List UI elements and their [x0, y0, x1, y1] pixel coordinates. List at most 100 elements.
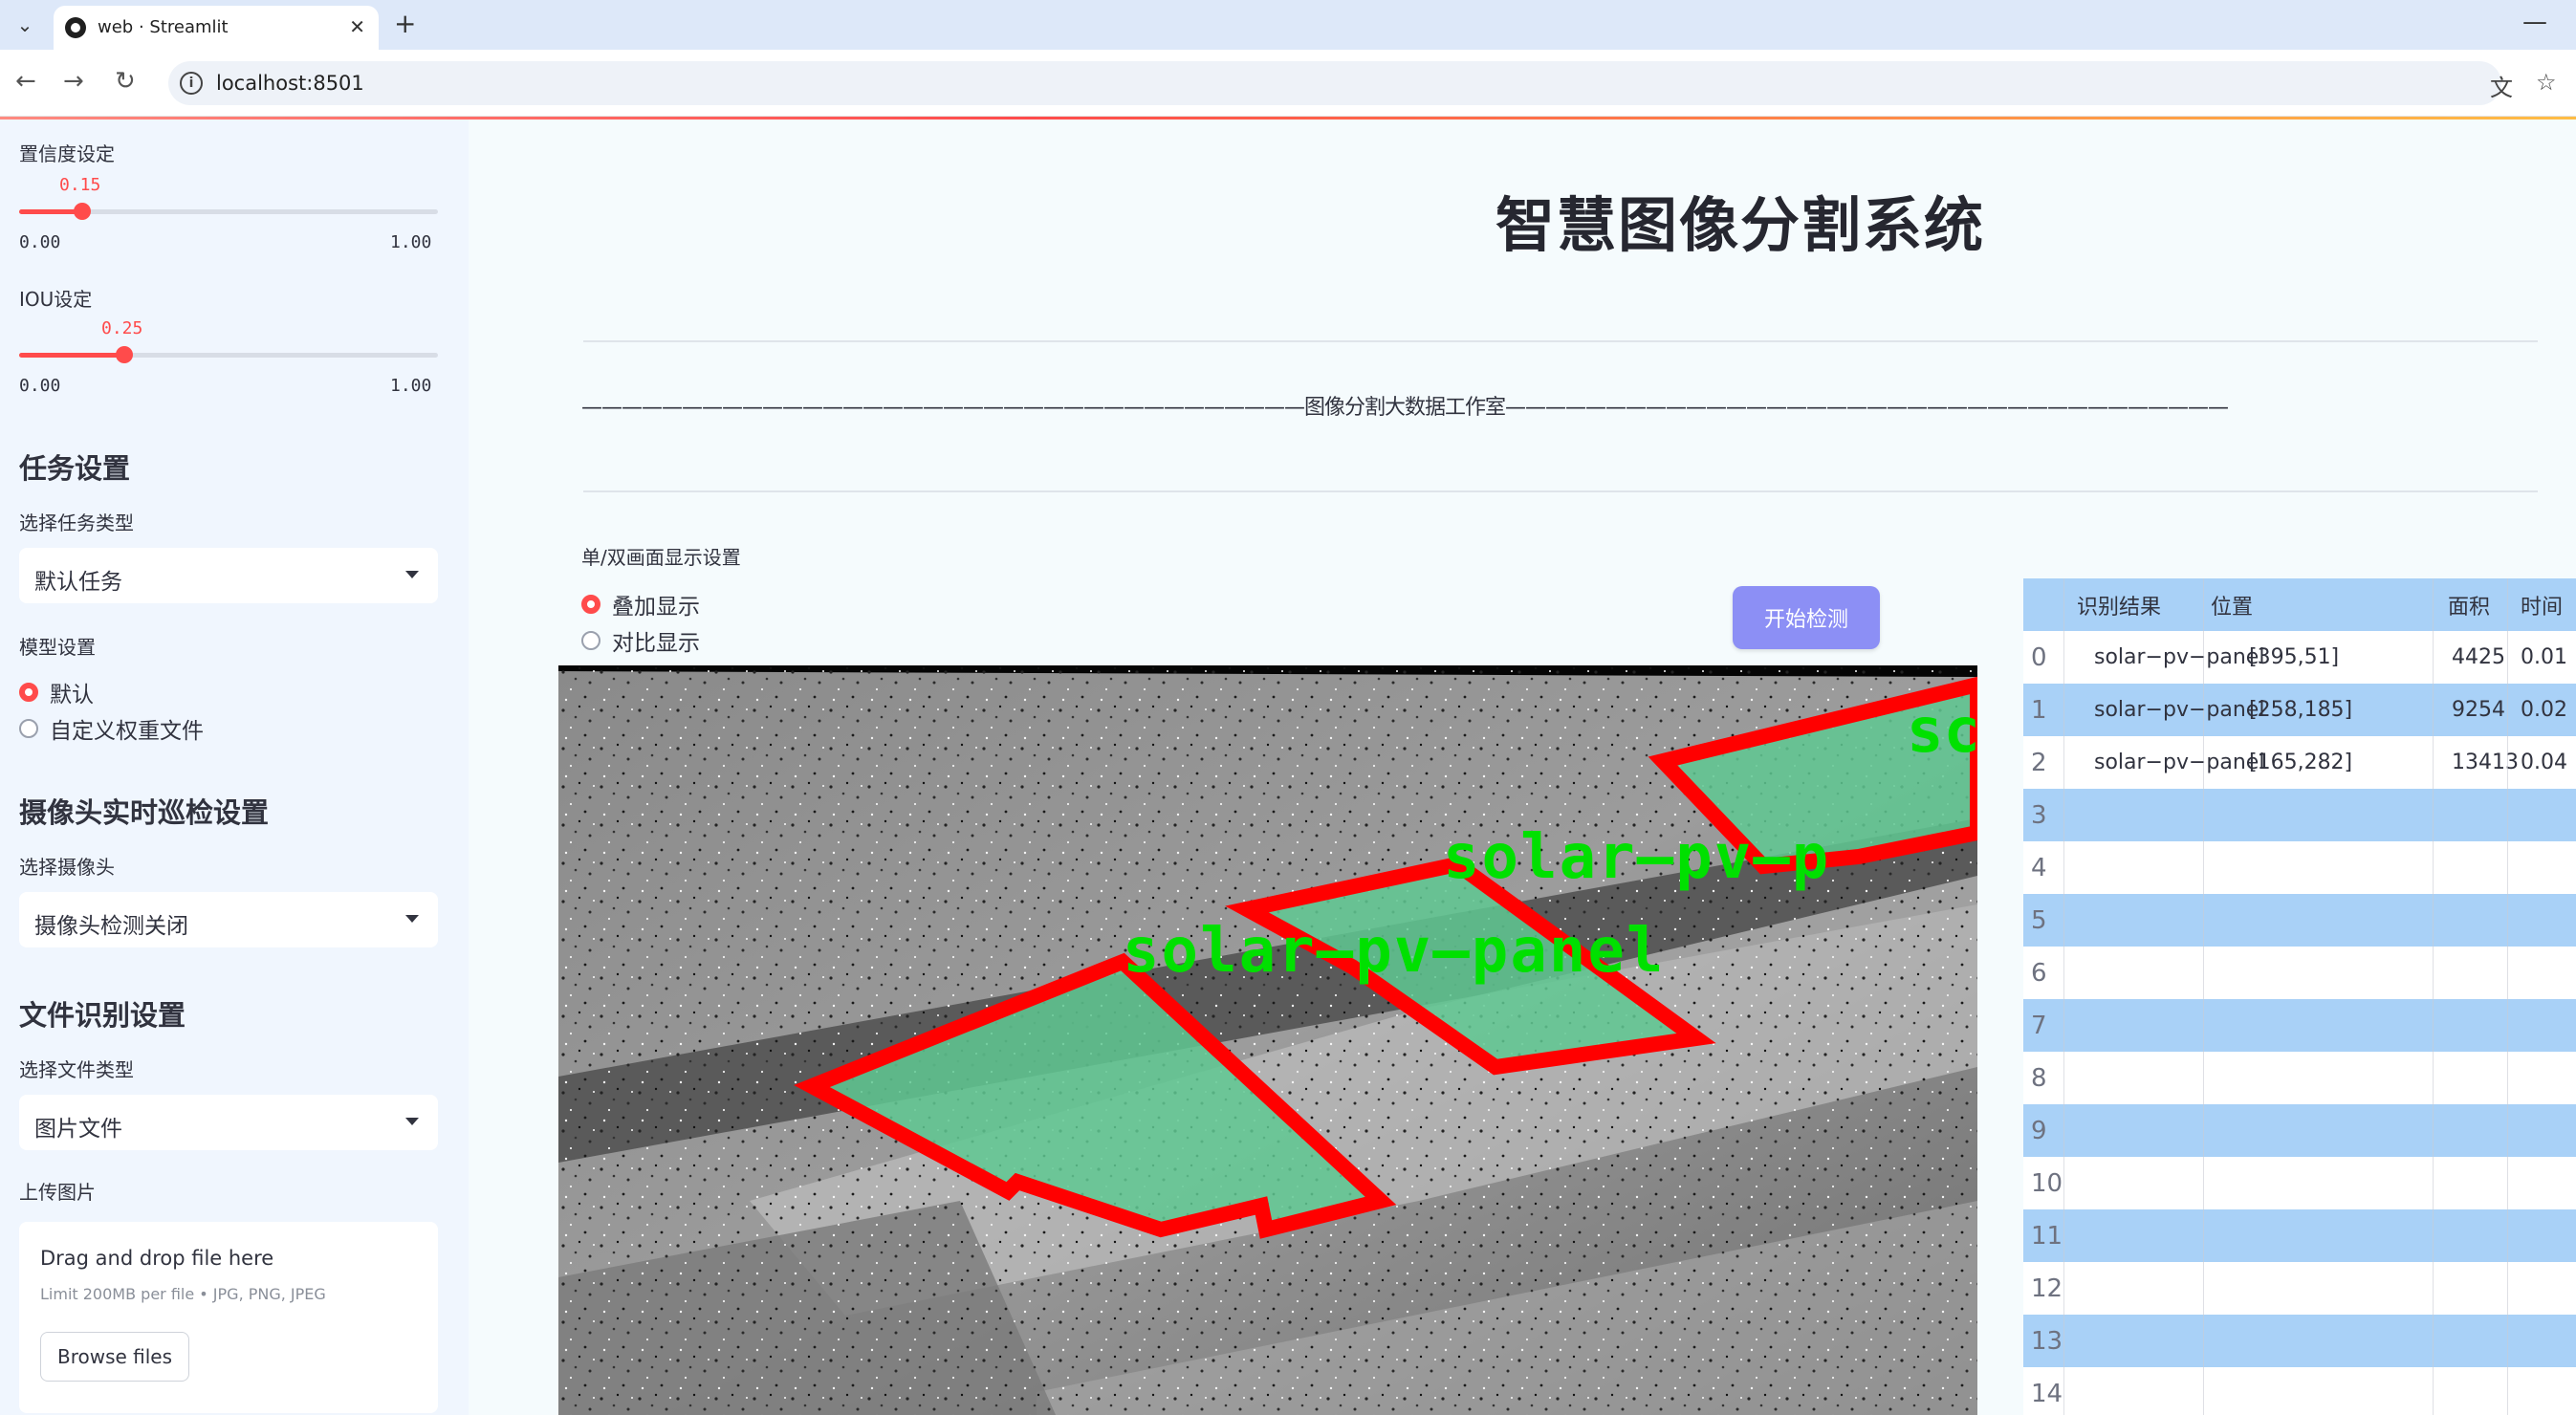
row-index: 2 [2031, 748, 2047, 777]
browse-files-button[interactable]: Browse files [40, 1332, 189, 1382]
row-index: 7 [2031, 1011, 2047, 1040]
table-row[interactable]: 0 solar−pv−panel [395,51] 4425 0.01 [2023, 631, 2576, 684]
mask-label-2: solar—pv—p [1443, 822, 1830, 893]
confidence-min: 0.00 [19, 232, 61, 252]
address-bar[interactable]: i localhost:8501 [168, 61, 2501, 105]
table-row[interactable]: 3 [2023, 789, 2576, 841]
cell-position: [258,185] [2249, 698, 2353, 722]
table-row[interactable]: 6 [2023, 947, 2576, 999]
table-row[interactable]: 4 [2023, 841, 2576, 894]
row-index: 13 [2031, 1326, 2063, 1356]
display-mode-label: 单/双画面显示设置 [581, 546, 741, 569]
iou-label: IOU设定 [19, 288, 93, 311]
start-detection-button[interactable]: 开始检测 [1733, 586, 1880, 649]
translate-icon[interactable]: 文 [2490, 69, 2513, 102]
column-divider [2063, 578, 2064, 1415]
browser-tab-bar: ⌄ web · Streamlit ✕ + — [0, 0, 2576, 50]
forward-arrow-icon[interactable]: → [63, 67, 84, 96]
model-option-default-label: 默认 [50, 683, 94, 708]
camera-settings-header: 摄像头实时巡检设置 [19, 796, 270, 829]
divider-top [583, 340, 2538, 342]
streamlit-favicon-icon [65, 17, 86, 38]
task-type-select[interactable]: 默认任务 [19, 548, 438, 603]
cell-result: solar−pv−panel [2094, 698, 2265, 722]
divider-bottom [583, 490, 2538, 492]
main-content: 智慧图像分割系统 ———————————————————————————————… [469, 120, 2576, 1415]
table-row[interactable]: 1 solar−pv−panel [258,185] 9254 0.02 [2023, 684, 2576, 736]
task-type-value: 默认任务 [34, 570, 122, 595]
row-index: 8 [2031, 1063, 2047, 1093]
file-uploader-dropzone[interactable]: Drag and drop file here Limit 200MB per … [19, 1222, 438, 1413]
column-header-position[interactable]: 位置 [2211, 578, 2253, 631]
camera-select-label: 选择摄像头 [19, 856, 115, 879]
display-mode-overlay[interactable]: 叠加显示 [581, 588, 700, 620]
row-index: 11 [2031, 1221, 2063, 1251]
site-info-icon[interactable]: i [180, 72, 203, 95]
page-title: 智慧图像分割系统 [1495, 190, 1985, 260]
iou-slider-fill [19, 353, 124, 358]
cell-area: 13413 [2452, 751, 2519, 774]
model-option-custom[interactable]: 自定义权重文件 [19, 712, 204, 745]
display-mode-compare-label: 对比显示 [612, 631, 700, 656]
row-index: 5 [2031, 905, 2047, 935]
upload-label: 上传图片 [19, 1181, 96, 1204]
browser-toolbar: ← → ↻ i localhost:8501 文 ☆ [0, 50, 2576, 117]
table-row[interactable]: 8 [2023, 1052, 2576, 1104]
table-row[interactable]: 9 [2023, 1104, 2576, 1157]
file-settings-header: 文件识别设置 [19, 999, 186, 1032]
model-option-default[interactable]: 默认 [19, 676, 94, 708]
column-header-area[interactable]: 面积 [2448, 578, 2490, 631]
row-index: 3 [2031, 800, 2047, 830]
table-row[interactable]: 2 solar−pv−panel [165,282] 13413 0.04 [2023, 736, 2576, 789]
column-divider [2203, 578, 2204, 1415]
table-row[interactable]: 7 [2023, 999, 2576, 1052]
tab-title: web · Streamlit [98, 17, 229, 37]
close-tab-icon[interactable]: ✕ [349, 15, 365, 38]
task-type-label: 选择任务类型 [19, 512, 134, 534]
table-row[interactable]: 14 [2023, 1367, 2576, 1415]
display-mode-overlay-label: 叠加显示 [612, 595, 700, 620]
radio-unselected-icon [581, 631, 600, 650]
minimize-window-icon[interactable]: — [2522, 8, 2547, 36]
table-row[interactable]: 12 [2023, 1262, 2576, 1315]
bookmark-star-icon[interactable]: ☆ [2536, 69, 2557, 96]
confidence-slider-thumb[interactable] [74, 203, 91, 220]
task-settings-header: 任务设置 [19, 452, 131, 485]
row-index: 14 [2031, 1379, 2063, 1408]
tab-search-chevron-icon[interactable]: ⌄ [8, 8, 42, 42]
iou-slider-thumb[interactable] [116, 346, 133, 363]
cell-result: solar−pv−panel [2094, 751, 2265, 774]
back-arrow-icon[interactable]: ← [15, 67, 36, 96]
row-index: 1 [2031, 695, 2047, 725]
cell-time: 0.04 [2521, 751, 2567, 774]
table-row[interactable]: 5 [2023, 894, 2576, 947]
chevron-down-icon [405, 915, 419, 923]
reload-icon[interactable]: ↻ [115, 67, 136, 96]
column-header-time[interactable]: 时间 [2521, 578, 2563, 631]
iou-value: 0.25 [101, 318, 143, 338]
radio-selected-icon [19, 683, 38, 702]
row-index: 12 [2031, 1274, 2063, 1303]
file-type-select[interactable]: 图片文件 [19, 1095, 438, 1150]
browser-tab[interactable]: web · Streamlit ✕ [54, 6, 379, 50]
row-index: 10 [2031, 1168, 2063, 1198]
table-row[interactable]: 13 [2023, 1315, 2576, 1367]
column-header-result[interactable]: 识别结果 [2077, 578, 2161, 631]
iou-slider[interactable] [19, 346, 438, 363]
aerial-image-svg: solar—pv—p solar—pv—panel sc [558, 665, 1977, 1415]
confidence-slider[interactable] [19, 203, 438, 220]
camera-select[interactable]: 摄像头检测关闭 [19, 892, 438, 947]
chevron-down-icon [405, 1118, 419, 1125]
table-row[interactable]: 10 [2023, 1157, 2576, 1209]
upload-limit-text: Limit 200MB per file • JPG, PNG, JPEG [40, 1285, 326, 1303]
cell-area: 4425 [2452, 645, 2505, 669]
iou-max: 1.00 [390, 376, 432, 396]
results-table[interactable]: 识别结果 位置 面积 时间 0 solar−pv−panel [395,51] 442… [2023, 578, 2576, 1415]
row-index: 0 [2031, 642, 2047, 672]
new-tab-icon[interactable]: + [394, 8, 416, 39]
results-table-header: 识别结果 位置 面积 时间 [2023, 578, 2576, 631]
table-row[interactable]: 11 [2023, 1209, 2576, 1262]
camera-select-value: 摄像头检测关闭 [34, 914, 188, 939]
display-mode-compare[interactable]: 对比显示 [581, 624, 700, 657]
row-index: 9 [2031, 1116, 2047, 1145]
